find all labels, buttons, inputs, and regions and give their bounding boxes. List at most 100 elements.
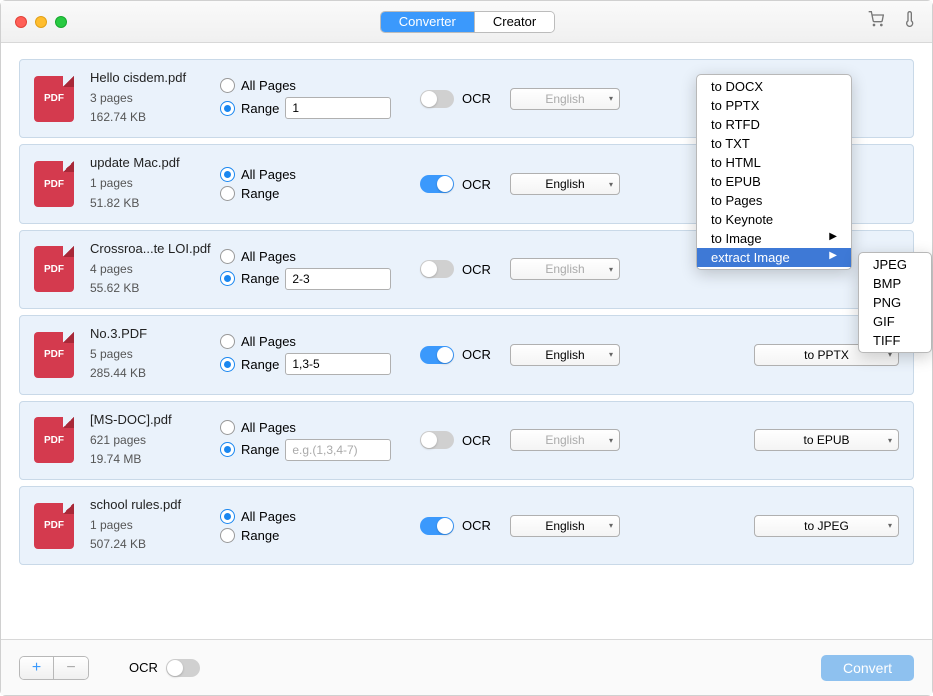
menu-item[interactable]: extract Image▶ (697, 248, 851, 267)
format-select[interactable]: to JPEG▾ (754, 515, 899, 537)
range-radio[interactable] (220, 442, 235, 457)
range-input[interactable] (285, 353, 391, 375)
ocr-label: OCR (462, 177, 491, 192)
cart-icon[interactable] (868, 11, 884, 32)
file-row[interactable]: PDF [MS-DOC].pdf 621 pages 19.74 MB All … (19, 401, 914, 480)
bottombar: + − OCR Convert (1, 639, 932, 695)
chevron-down-icon: ▾ (888, 436, 892, 445)
file-name: Hello cisdem.pdf (90, 70, 220, 85)
menu-item[interactable]: to PPTX (697, 96, 851, 115)
file-pages: 3 pages (90, 89, 220, 108)
file-size: 162.74 KB (90, 108, 220, 127)
submenu-item[interactable]: BMP (859, 274, 931, 293)
range-label: Range (241, 442, 279, 457)
all-pages-radio[interactable] (220, 249, 235, 264)
format-select[interactable]: to EPUB▾ (754, 429, 899, 451)
chevron-down-icon: ▾ (609, 350, 613, 359)
close-window[interactable] (15, 16, 27, 28)
menu-item[interactable]: to HTML (697, 153, 851, 172)
range-label: Range (241, 101, 279, 116)
file-size: 285.44 KB (90, 364, 220, 383)
range-input[interactable] (285, 268, 391, 290)
tab-converter[interactable]: Converter (381, 12, 475, 32)
ocr-switch[interactable] (420, 346, 454, 364)
language-select[interactable]: English▾ (510, 88, 620, 110)
range-radio[interactable] (220, 186, 235, 201)
file-pages: 1 pages (90, 174, 220, 193)
pdf-icon: PDF (34, 503, 74, 549)
file-size: 19.74 MB (90, 450, 220, 469)
range-radio[interactable] (220, 271, 235, 286)
tab-creator[interactable]: Creator (475, 12, 554, 32)
file-size: 55.62 KB (90, 279, 220, 298)
range-label: Range (241, 271, 279, 286)
range-input[interactable] (285, 439, 391, 461)
ocr-label: OCR (462, 262, 491, 277)
pdf-icon: PDF (34, 246, 74, 292)
all-pages-radio[interactable] (220, 78, 235, 93)
all-pages-radio[interactable] (220, 167, 235, 182)
file-row[interactable]: PDF school rules.pdf 1 pages 507.24 KB A… (19, 486, 914, 565)
menu-item-label: to TXT (711, 136, 750, 151)
menu-item-label: to Image (711, 231, 762, 246)
ocr-switch[interactable] (420, 90, 454, 108)
submenu-item[interactable]: JPEG (859, 255, 931, 274)
format-dropdown-submenu: JPEGBMPPNGGIFTIFF (858, 252, 932, 353)
file-pages: 621 pages (90, 431, 220, 450)
convert-button[interactable]: Convert (821, 655, 914, 681)
add-file-button[interactable]: + (20, 657, 54, 679)
pdf-icon: PDF (34, 332, 74, 378)
language-select[interactable]: English▾ (510, 344, 620, 366)
all-pages-radio[interactable] (220, 509, 235, 524)
menu-item-label: to PPTX (711, 98, 759, 113)
all-pages-label: All Pages (241, 509, 296, 524)
submenu-item[interactable]: GIF (859, 312, 931, 331)
all-pages-radio[interactable] (220, 420, 235, 435)
file-pages: 5 pages (90, 345, 220, 364)
minimize-window[interactable] (35, 16, 47, 28)
range-radio[interactable] (220, 528, 235, 543)
menu-item[interactable]: to Keynote (697, 210, 851, 229)
language-select[interactable]: English▾ (510, 515, 620, 537)
range-input[interactable] (285, 97, 391, 119)
menu-item[interactable]: to DOCX (697, 77, 851, 96)
thermometer-icon[interactable] (902, 11, 918, 32)
menu-item[interactable]: to Pages (697, 191, 851, 210)
file-row[interactable]: PDF No.3.PDF 5 pages 285.44 KB All Pages… (19, 315, 914, 394)
menu-item-label: to DOCX (711, 79, 763, 94)
all-pages-radio[interactable] (220, 334, 235, 349)
range-label: Range (241, 528, 279, 543)
file-name: No.3.PDF (90, 326, 220, 341)
global-ocr-switch[interactable] (166, 659, 200, 677)
menu-item[interactable]: to TXT (697, 134, 851, 153)
zoom-window[interactable] (55, 16, 67, 28)
chevron-down-icon: ▾ (609, 265, 613, 274)
remove-file-button[interactable]: − (54, 657, 88, 679)
menu-item[interactable]: to Image▶ (697, 229, 851, 248)
submenu-item[interactable]: PNG (859, 293, 931, 312)
menu-item[interactable]: to RTFD (697, 115, 851, 134)
ocr-switch[interactable] (420, 431, 454, 449)
language-select[interactable]: English▾ (510, 258, 620, 280)
language-select[interactable]: English▾ (510, 173, 620, 195)
file-name: Crossroa...te LOI.pdf (90, 241, 220, 256)
ocr-label: OCR (462, 433, 491, 448)
submenu-arrow-icon: ▶ (829, 250, 837, 265)
menu-item[interactable]: to EPUB (697, 172, 851, 191)
range-radio[interactable] (220, 357, 235, 372)
ocr-switch[interactable] (420, 517, 454, 535)
chevron-down-icon: ▾ (609, 521, 613, 530)
menu-item-label: to Pages (711, 193, 762, 208)
ocr-switch[interactable] (420, 260, 454, 278)
all-pages-label: All Pages (241, 249, 296, 264)
range-radio[interactable] (220, 101, 235, 116)
ocr-switch[interactable] (420, 175, 454, 193)
language-select[interactable]: English▾ (510, 429, 620, 451)
range-label: Range (241, 357, 279, 372)
range-label: Range (241, 186, 279, 201)
ocr-label: OCR (462, 347, 491, 362)
menu-item-label: to Keynote (711, 212, 773, 227)
submenu-item[interactable]: TIFF (859, 331, 931, 350)
file-size: 51.82 KB (90, 194, 220, 213)
file-size: 507.24 KB (90, 535, 220, 554)
